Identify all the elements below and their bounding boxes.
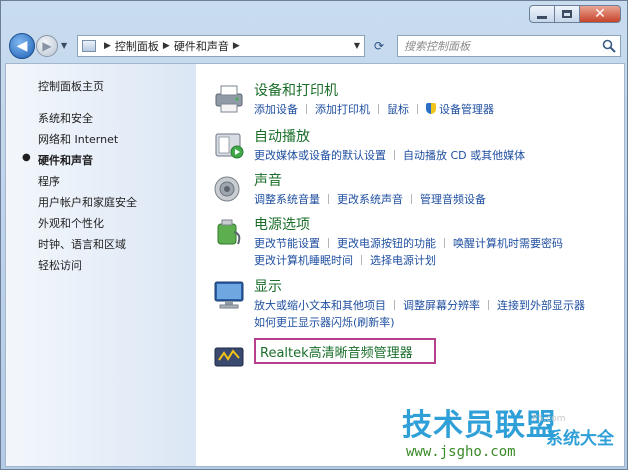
close-icon: ✕ bbox=[594, 6, 606, 22]
link-autoplay-cd[interactable]: 自动播放 CD 或其他媒体 bbox=[403, 149, 525, 162]
shield-icon bbox=[426, 103, 436, 114]
arrow-right-icon: ▶ bbox=[42, 39, 52, 53]
sidebar-home-link[interactable]: 控制面板主页 bbox=[38, 78, 104, 94]
chevron-right-icon[interactable]: ▶ bbox=[104, 41, 111, 51]
category-title[interactable]: 电源选项 bbox=[254, 214, 310, 234]
search-box[interactable]: 搜索控制面板 bbox=[397, 35, 621, 57]
watermark: 技术员联盟 85.com 系统大全 www.jsgho.com bbox=[396, 400, 628, 470]
link-fix-flicker[interactable]: 如何更正显示器闪烁(刷新率) bbox=[254, 316, 395, 329]
watermark-subtitle: 系统大全 bbox=[546, 429, 614, 449]
link-manage-audio-devices[interactable]: 管理音频设备 bbox=[420, 193, 486, 206]
breadcrumb-hardware-sound[interactable]: 硬件和声音 bbox=[174, 38, 229, 54]
category-links: 添加设备 添加打印机 鼠标 设备管理器 bbox=[254, 101, 494, 117]
sidebar-item-hardware-sound[interactable]: 硬件和声音 bbox=[38, 152, 93, 168]
close-button[interactable]: ✕ bbox=[579, 5, 621, 23]
back-button[interactable]: ◀ bbox=[9, 33, 35, 59]
search-icon[interactable] bbox=[602, 39, 616, 53]
address-bar[interactable]: ▶ 控制面板 ▶ 硬件和声音 ▶ ▼ bbox=[77, 35, 365, 57]
forward-button[interactable]: ▶ bbox=[36, 35, 58, 57]
refresh-button[interactable]: ⟳ bbox=[367, 35, 391, 57]
link-change-power-saving[interactable]: 更改节能设置 bbox=[254, 237, 320, 250]
link-screen-resolution[interactable]: 调整屏幕分辨率 bbox=[403, 299, 480, 312]
title-bar: ✕ bbox=[1, 1, 627, 29]
watermark-ghost-text: 85.com bbox=[532, 414, 566, 424]
realtek-audio-icon[interactable] bbox=[212, 340, 246, 372]
link-add-device[interactable]: 添加设备 bbox=[254, 103, 298, 116]
sidebar-item-user-accounts[interactable]: 用户帐户和家庭安全 bbox=[38, 194, 137, 210]
maximize-button[interactable] bbox=[554, 5, 580, 23]
power-icon[interactable] bbox=[212, 216, 246, 248]
watermark-url: www.jsgho.com bbox=[406, 444, 516, 460]
chevron-right-icon[interactable]: ▶ bbox=[163, 41, 170, 51]
address-dropdown-icon[interactable]: ▼ bbox=[354, 41, 360, 50]
autoplay-icon[interactable] bbox=[212, 128, 246, 160]
sidebar-item-appearance[interactable]: 外观和个性化 bbox=[38, 215, 104, 231]
category-title[interactable]: 显示 bbox=[254, 276, 282, 296]
category-links: 更改媒体或设备的默认设置 自动播放 CD 或其他媒体 bbox=[254, 147, 525, 163]
link-sleep-time[interactable]: 更改计算机睡眠时间 bbox=[254, 254, 353, 267]
sidebar: 控制面板主页 系统和安全 网络和 Internet ● 硬件和声音 程序 用户帐… bbox=[6, 64, 196, 466]
history-dropdown-icon[interactable]: ▼ bbox=[61, 41, 67, 50]
category-links-row2: 如何更正显示器闪烁(刷新率) bbox=[254, 314, 395, 330]
category-links: 调整系统音量 更改系统声音 管理音频设备 bbox=[254, 191, 486, 207]
display-icon[interactable] bbox=[212, 278, 246, 310]
link-power-plan[interactable]: 选择电源计划 bbox=[370, 254, 436, 267]
link-wake-password[interactable]: 唤醒计算机时需要密码 bbox=[453, 237, 563, 250]
category-title[interactable]: 设备和打印机 bbox=[254, 80, 338, 100]
printer-icon[interactable] bbox=[212, 82, 246, 114]
category-links: 放大或缩小文本和其他项目 调整屏幕分辨率 连接到外部显示器 bbox=[254, 297, 585, 313]
realtek-audio-manager-link[interactable]: Realtek高清晰音频管理器 bbox=[254, 338, 436, 364]
link-adjust-volume[interactable]: 调整系统音量 bbox=[254, 193, 320, 206]
link-device-manager[interactable]: 设备管理器 bbox=[439, 103, 494, 116]
speaker-icon[interactable] bbox=[212, 172, 246, 204]
link-change-media-defaults[interactable]: 更改媒体或设备的默认设置 bbox=[254, 149, 386, 162]
sidebar-item-programs[interactable]: 程序 bbox=[38, 173, 60, 189]
window-controls: ✕ bbox=[529, 5, 621, 23]
link-text-size[interactable]: 放大或缩小文本和其他项目 bbox=[254, 299, 386, 312]
link-add-printer[interactable]: 添加打印机 bbox=[315, 103, 370, 116]
breadcrumb-control-panel[interactable]: 控制面板 bbox=[115, 38, 159, 54]
link-power-button[interactable]: 更改电源按钮的功能 bbox=[337, 237, 436, 250]
active-bullet-icon: ● bbox=[22, 152, 31, 163]
link-mouse[interactable]: 鼠标 bbox=[387, 103, 409, 116]
sidebar-item-network[interactable]: 网络和 Internet bbox=[38, 131, 118, 147]
minimize-icon bbox=[537, 15, 547, 19]
category-title[interactable]: 声音 bbox=[254, 170, 282, 190]
sidebar-item-system-security[interactable]: 系统和安全 bbox=[38, 110, 93, 126]
link-change-sounds[interactable]: 更改系统声音 bbox=[337, 193, 403, 206]
refresh-icon: ⟳ bbox=[373, 39, 385, 53]
minimize-button[interactable] bbox=[529, 5, 555, 23]
maximize-icon bbox=[562, 10, 572, 18]
category-title[interactable]: 自动播放 bbox=[254, 126, 310, 146]
control-panel-icon bbox=[82, 40, 96, 52]
link-external-display[interactable]: 连接到外部显示器 bbox=[497, 299, 585, 312]
sidebar-item-ease-of-access[interactable]: 轻松访问 bbox=[38, 257, 82, 273]
chevron-right-icon[interactable]: ▶ bbox=[233, 41, 240, 51]
sidebar-item-clock-region[interactable]: 时钟、语言和区域 bbox=[38, 236, 126, 252]
category-links: 更改节能设置 更改电源按钮的功能 唤醒计算机时需要密码 bbox=[254, 235, 563, 251]
category-links-row2: 更改计算机睡眠时间 选择电源计划 bbox=[254, 252, 436, 268]
search-input[interactable]: 搜索控制面板 bbox=[404, 38, 470, 54]
navigation-bar: ◀ ▶ ▼ ▶ 控制面板 ▶ 硬件和声音 ▶ ▼ ⟳ 搜索控制面板 bbox=[5, 31, 625, 61]
arrow-left-icon: ◀ bbox=[16, 38, 28, 54]
